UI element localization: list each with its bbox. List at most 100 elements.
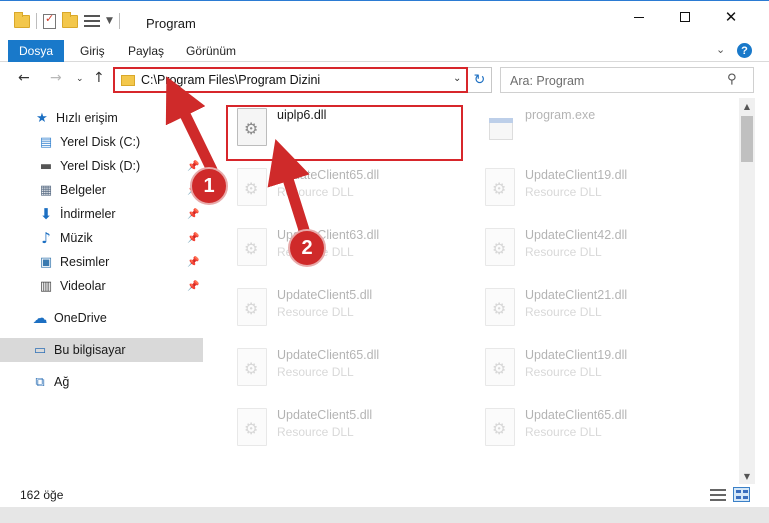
sidebar-item-local-disk-c[interactable]: ▤ Yerel Disk (C:) (0, 130, 203, 154)
up-arrow-icon[interactable]: ↑ (93, 70, 105, 86)
file-item[interactable]: UpdateClient19.dll Resource DLL (477, 164, 717, 212)
sidebar-item-quick-access[interactable]: ★ Hızlı erişim (0, 106, 203, 130)
file-item[interactable]: UpdateClient5.dll Resource DLL (229, 284, 469, 332)
tab-file[interactable]: Dosya (8, 40, 64, 62)
folder-icon[interactable] (14, 11, 30, 28)
file-item[interactable]: UpdateClient21.dll Resource DLL (477, 284, 717, 332)
dll-file-icon (485, 288, 515, 326)
sidebar-item-pictures[interactable]: ▣ Resimler 📌 (0, 250, 203, 274)
file-type: Resource DLL (525, 365, 602, 379)
maximize-icon (680, 12, 690, 22)
network-icon: ⧉ (35, 374, 45, 390)
tab-home[interactable]: Giriş (80, 44, 105, 58)
address-path[interactable]: C:\Program Files\Program Dizini (141, 73, 320, 87)
toolbar-separator (118, 13, 120, 29)
dll-file-icon (485, 408, 515, 446)
close-button[interactable]: ✕ (708, 1, 754, 33)
file-name: UpdateClient65.dll (277, 348, 380, 362)
sidebar-item-this-pc[interactable]: ▭ Bu bilgisayar (0, 338, 203, 362)
file-type: Resource DLL (525, 185, 602, 199)
sidebar-item-label: Müzik (60, 231, 93, 245)
file-item[interactable]: UpdateClient65.dll Resource DLL (477, 404, 717, 452)
sidebar-item-music[interactable]: ♪ Müzik 📌 (0, 226, 203, 250)
minimize-icon (634, 16, 644, 18)
maximize-button[interactable] (662, 1, 708, 33)
forward-arrow-icon[interactable]: → (50, 70, 62, 86)
file-item[interactable]: UpdateClient5.dll Resource DLL (229, 404, 469, 452)
status-bar: 162 öğe (0, 484, 769, 507)
sidebar-item-documents[interactable]: ▦ Belgeler 📌 (0, 178, 203, 202)
sidebar-item-label: Yerel Disk (C:) (60, 135, 141, 149)
sidebar-item-label: Videolar (60, 279, 106, 293)
pin-icon: 📌 (187, 280, 200, 292)
pin-icon: 📌 (187, 256, 200, 268)
file-name: UpdateClient42.dll (525, 228, 628, 242)
sidebar-item-label: Yerel Disk (D:) (60, 159, 141, 173)
exe-file-icon (485, 110, 515, 144)
pin-icon: 📌 (187, 232, 200, 244)
scroll-down-icon[interactable]: ▼ (739, 468, 755, 484)
sidebar-item-local-disk-d[interactable]: ▬ Yerel Disk (D:) 📌 (0, 154, 203, 178)
address-bar[interactable]: C:\Program Files\Program Dizini ⌄ (113, 67, 468, 93)
file-name: UpdateClient19.dll (525, 168, 628, 182)
star-icon: ★ (36, 110, 48, 126)
title-bar: ▼ Program ✕ (0, 0, 769, 40)
refresh-icon[interactable]: ↻ (468, 67, 492, 93)
tab-view[interactable]: Görünüm (186, 44, 236, 58)
dll-file-icon (485, 348, 515, 386)
drive-icon: ▤ (39, 134, 53, 150)
file-item[interactable]: UpdateClient63.dll Resource DLL (229, 224, 469, 272)
file-item[interactable]: UpdateClient65.dll Resource DLL (229, 164, 469, 212)
sidebar-item-onedrive[interactable]: ☁ OneDrive (0, 306, 203, 330)
back-arrow-icon[interactable]: ← (18, 70, 30, 86)
help-icon[interactable]: ? (737, 43, 752, 58)
sidebar-item-label: Hızlı erişim (56, 111, 118, 125)
address-dropdown-chevron-icon[interactable]: ⌄ (453, 73, 461, 84)
search-input[interactable]: Ara: Program ⚲ (500, 67, 754, 93)
vertical-scrollbar[interactable]: ▲ ▼ (739, 98, 755, 484)
folder-icon (121, 75, 135, 86)
scroll-thumb[interactable] (741, 116, 753, 162)
sidebar-item-label: Bu bilgisayar (54, 343, 126, 357)
recent-locations-chevron-icon[interactable]: ⌄ (76, 74, 84, 84)
sidebar-item-downloads[interactable]: ⬇ İndirmeler 📌 (0, 202, 203, 226)
dll-file-icon (237, 408, 267, 446)
properties-icon[interactable] (43, 12, 56, 29)
file-type: Resource DLL (277, 365, 354, 379)
file-name: UpdateClient5.dll (277, 408, 373, 422)
file-name: UpdateClient21.dll (525, 288, 628, 302)
navigation-pane: ★ Hızlı erişim ▤ Yerel Disk (C:) ▬ Yerel… (0, 100, 203, 480)
large-icons-view-icon[interactable] (733, 487, 750, 502)
documents-icon: ▦ (39, 182, 53, 198)
sidebar-item-network[interactable]: ⧉ Ağ (0, 370, 203, 394)
dll-file-icon (237, 348, 267, 386)
quick-access-toolbar: ▼ (14, 11, 120, 29)
file-item[interactable]: UpdateClient19.dll Resource DLL (477, 344, 717, 392)
file-name: program.exe (525, 108, 596, 122)
file-item-exe[interactable]: program.exe (477, 104, 717, 152)
window-bottom-edge (0, 507, 769, 523)
expand-ribbon-chevron-icon[interactable]: ⌄ (716, 43, 725, 56)
dll-file-icon (485, 228, 515, 266)
view-options-icon[interactable] (84, 14, 100, 28)
search-icon[interactable]: ⚲ (727, 72, 737, 87)
file-item[interactable]: UpdateClient42.dll Resource DLL (477, 224, 717, 272)
minimize-button[interactable] (616, 1, 662, 33)
sidebar-item-label: Resimler (60, 255, 110, 269)
sidebar-item-label: OneDrive (54, 311, 107, 325)
file-item[interactable]: UpdateClient65.dll Resource DLL (229, 344, 469, 392)
details-view-icon[interactable] (710, 489, 726, 501)
new-folder-icon[interactable] (62, 11, 78, 28)
pin-icon: 📌 (187, 208, 200, 220)
video-icon: ▥ (39, 278, 53, 294)
file-type: Resource DLL (525, 425, 602, 439)
ribbon-tabs: Dosya Giriş Paylaş Görünüm ⌄ ? (0, 40, 769, 62)
file-highlight-box (226, 105, 463, 161)
customize-toolbar-chevron-icon[interactable]: ▼ (106, 16, 113, 26)
sidebar-item-videos[interactable]: ▥ Videolar 📌 (0, 274, 203, 298)
dll-file-icon (237, 168, 267, 206)
tab-share[interactable]: Paylaş (128, 44, 164, 58)
scroll-up-icon[interactable]: ▲ (739, 98, 755, 114)
file-name: UpdateClient65.dll (525, 408, 628, 422)
file-name: UpdateClient5.dll (277, 288, 373, 302)
